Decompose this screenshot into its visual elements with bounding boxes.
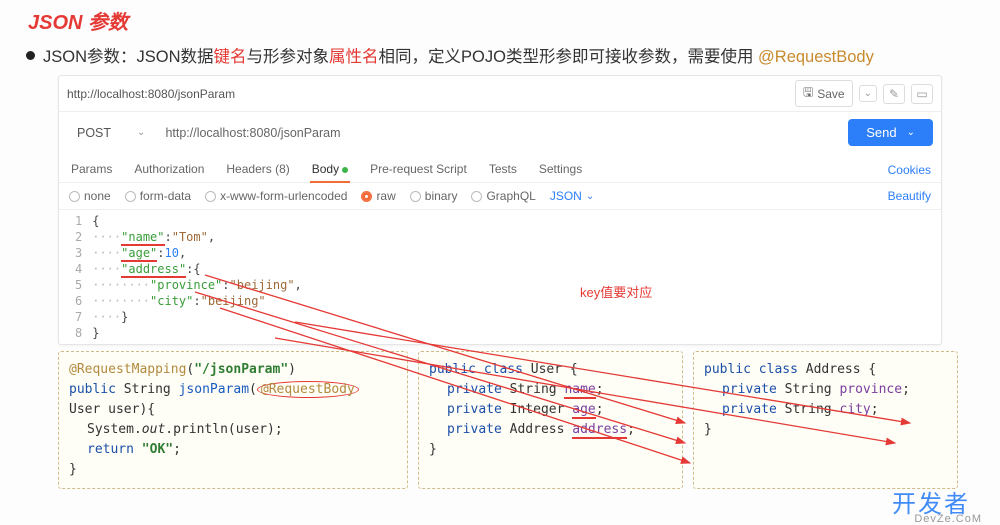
postman-topbar: http://localhost:8080/jsonParam 🖫 Save ⌄… <box>59 76 941 112</box>
annotation-note: key值要对应 <box>580 282 652 301</box>
json-editor[interactable]: 12345678 { ····"name":"Tom", ····"age":1… <box>59 210 941 344</box>
radio-graphql[interactable]: GraphQL <box>471 189 535 203</box>
tab-authorization[interactable]: Authorization <box>132 157 206 182</box>
tab-body[interactable]: Body <box>310 157 350 182</box>
address-class-code: public class Address { private String pr… <box>693 351 958 489</box>
line-gutter: 12345678 <box>59 213 92 341</box>
save-button[interactable]: 🖫 Save <box>795 80 853 107</box>
radio-xwww[interactable]: x-www-form-urlencoded <box>205 189 347 203</box>
controller-code: @RequestMapping("/jsonParam") public Str… <box>58 351 408 489</box>
bullet-dot <box>26 51 35 60</box>
cookies-link[interactable]: Cookies <box>888 163 931 177</box>
code-blocks-row: @RequestMapping("/jsonParam") public Str… <box>0 351 1000 489</box>
request-tabs: Params Authorization Headers (8) Body Pr… <box>59 153 941 183</box>
tab-tests[interactable]: Tests <box>487 157 519 182</box>
radio-raw[interactable]: raw <box>361 189 395 203</box>
send-button[interactable]: Send⌄ <box>848 119 933 146</box>
request-row: POST⌄ http://localhost:8080/jsonParam Se… <box>59 112 941 153</box>
radio-binary[interactable]: binary <box>410 189 458 203</box>
tab-settings[interactable]: Settings <box>537 157 584 182</box>
save-dropdown[interactable]: ⌄ <box>859 85 877 102</box>
request-tab[interactable]: http://localhost:8080/jsonParam <box>67 87 789 101</box>
user-class-code: public class User { private String name;… <box>418 351 683 489</box>
url-input[interactable]: http://localhost:8080/jsonParam <box>165 126 838 140</box>
description-row: JSON参数：JSON数据键名与形参对象属性名相同，定义POJO类型形参即可接收… <box>0 39 1000 75</box>
radio-none[interactable]: none <box>69 189 111 203</box>
beautify-link[interactable]: Beautify <box>888 189 931 203</box>
body-dot-icon <box>342 167 348 173</box>
method-select[interactable]: POST⌄ <box>67 123 155 143</box>
tab-params[interactable]: Params <box>69 157 114 182</box>
page-title: JSON 参数 <box>0 0 1000 39</box>
tab-prerequest[interactable]: Pre-request Script <box>368 157 469 182</box>
json-code: { ····"name":"Tom", ····"age":10, ····"a… <box>92 213 302 341</box>
json-type-select[interactable]: JSON ⌄ <box>550 189 594 203</box>
body-type-row: none form-data x-www-form-urlencoded raw… <box>59 183 941 210</box>
edit-icon[interactable]: ✎ <box>883 84 905 104</box>
tab-headers[interactable]: Headers (8) <box>224 157 291 182</box>
radio-form-data[interactable]: form-data <box>125 189 191 203</box>
description-text: JSON参数：JSON数据键名与形参对象属性名相同，定义POJO类型形参即可接收… <box>43 43 874 67</box>
watermark-sub: DevZe.CoM <box>914 513 982 525</box>
comment-icon[interactable]: ▭ <box>911 84 933 104</box>
postman-panel: http://localhost:8080/jsonParam 🖫 Save ⌄… <box>58 75 942 345</box>
